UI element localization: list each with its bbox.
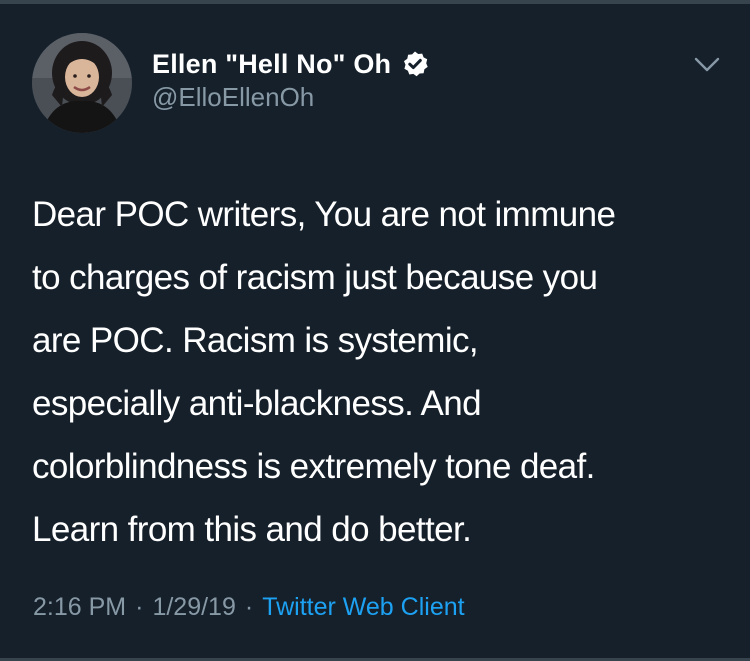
- tweet-line: to charges of racism just because you: [32, 258, 598, 297]
- tweet-line: colorblindness is extremely tone deaf.: [32, 447, 595, 486]
- tweet-line: are POC. Racism is systemic,: [32, 321, 479, 360]
- author-name-row[interactable]: Ellen "Hell No" Oh: [152, 44, 429, 84]
- meta-separator: ·: [244, 592, 254, 621]
- tweet-line: Dear POC writers, You are not immune: [32, 195, 616, 234]
- avatar-photo: [32, 33, 132, 133]
- tweet-text: Dear POC writers, You are not immune to …: [32, 183, 732, 561]
- tweet-meta: 2:16 PM · 1/29/19 · Twitter Web Client: [33, 589, 465, 625]
- chevron-down-icon[interactable]: [694, 56, 720, 74]
- tweet-line: especially anti-blackness. And: [32, 384, 482, 423]
- verified-badge-icon: [401, 50, 429, 78]
- top-divider: [0, 0, 750, 4]
- tweet-time[interactable]: 2:16 PM: [33, 593, 126, 622]
- author-display-name[interactable]: Ellen "Hell No" Oh: [152, 49, 391, 80]
- avatar[interactable]: [32, 33, 132, 133]
- tweet-line: Learn from this and do better.: [32, 510, 472, 549]
- author-handle[interactable]: @ElloEllenOh: [152, 82, 314, 113]
- client-link[interactable]: Twitter Web Client: [262, 593, 464, 622]
- tweet-date[interactable]: 1/29/19: [152, 593, 235, 622]
- meta-separator: ·: [135, 592, 144, 621]
